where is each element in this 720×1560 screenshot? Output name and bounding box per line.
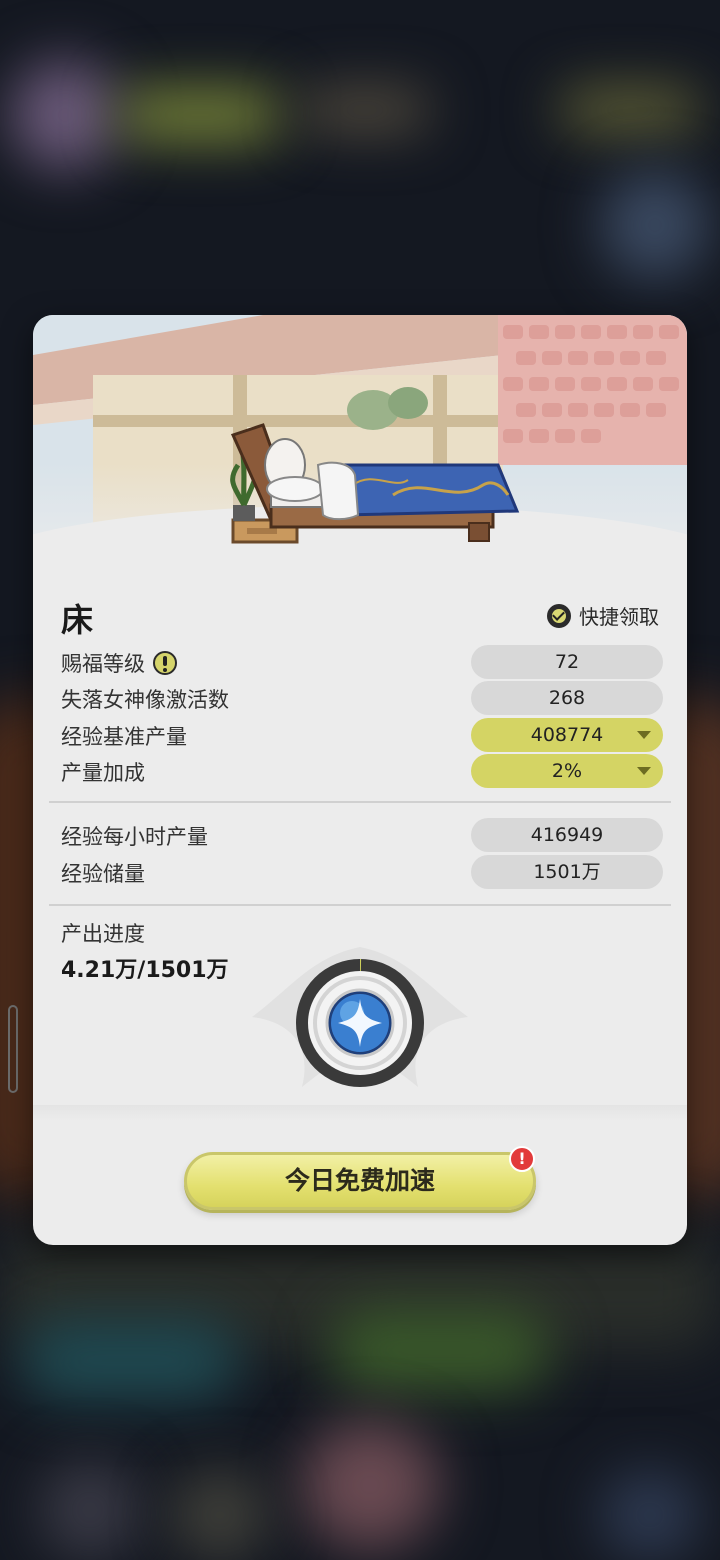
output-bonus-dropdown[interactable]: 2% <box>471 754 663 788</box>
check-circle-icon[interactable] <box>547 603 571 628</box>
base-output-dropdown[interactable]: 408774 <box>471 718 663 752</box>
stat-row-blessing-level: 赐福等级 72 <box>61 645 663 679</box>
dropdown-caret-icon <box>637 767 651 775</box>
alert-badge-icon: ! <box>509 1146 535 1172</box>
free-speedup-button[interactable]: 今日免费加速 <box>184 1152 536 1210</box>
stat-label: 赐福等级 <box>61 652 145 676</box>
stat-row-output-bonus: 产量加成 2% <box>61 754 663 788</box>
quick-claim-toggle[interactable]: 快捷领取 <box>547 601 659 630</box>
warning-icon[interactable] <box>153 651 177 675</box>
item-detail-card: 床 快捷领取 赐福等级 72 失落女神像激活数 268 经验基准产量 40877… <box>33 315 687 1245</box>
stat-label: 失落女神像激活数 <box>61 688 229 712</box>
stat-value: 2% <box>551 760 583 782</box>
output-row-hourly: 经验每小时产量 416949 <box>61 818 663 852</box>
stat-row-statue-count: 失落女神像激活数 268 <box>61 681 663 715</box>
stat-label: 产量加成 <box>61 761 145 785</box>
item-illustration <box>33 315 687 585</box>
production-progress-ring[interactable] <box>232 937 488 1107</box>
output-value: 416949 <box>471 818 663 852</box>
stat-row-base-output: 经验基准产量 408774 <box>61 718 663 752</box>
stat-value: 268 <box>471 681 663 715</box>
stat-value: 408774 <box>530 724 604 746</box>
stat-label: 经验基准产量 <box>61 725 187 749</box>
output-label: 经验储量 <box>61 862 145 886</box>
divider <box>49 801 671 803</box>
stat-value: 72 <box>471 645 663 679</box>
quick-claim-label: 快捷领取 <box>579 605 659 629</box>
output-label: 经验每小时产量 <box>61 825 208 849</box>
progress-value: 4.21万/1501万 <box>61 958 229 983</box>
progress-label: 产出进度 <box>61 922 145 946</box>
item-name: 床 <box>61 601 94 639</box>
output-value: 1501万 <box>471 855 663 889</box>
card-footer-separator <box>33 1105 687 1121</box>
divider <box>49 904 671 906</box>
dropdown-caret-icon <box>637 731 651 739</box>
side-handle[interactable] <box>8 1005 18 1093</box>
output-row-storage: 经验储量 1501万 <box>61 855 663 889</box>
